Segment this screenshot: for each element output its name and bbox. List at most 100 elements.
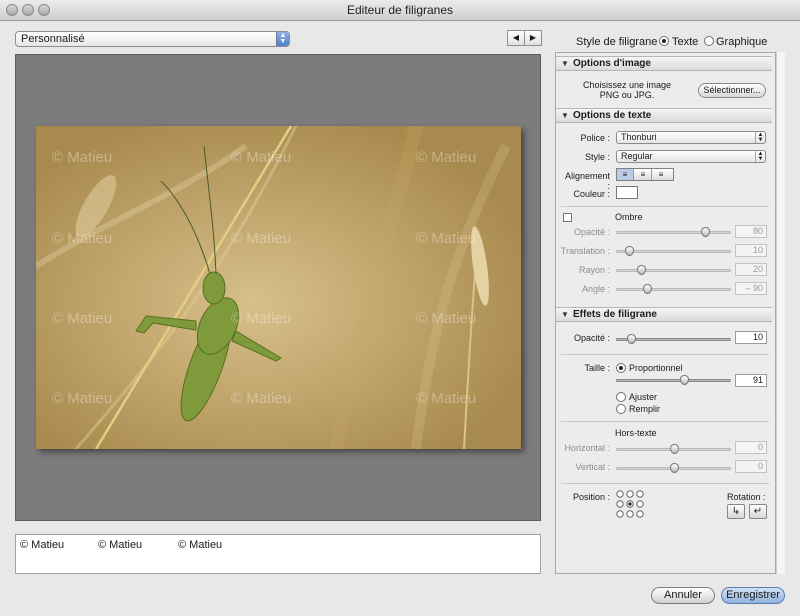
- size-label: Taille :: [584, 363, 610, 373]
- style-graphique-label: Graphique: [716, 36, 768, 48]
- shadow-translation-field[interactable]: 10: [735, 244, 767, 257]
- size-slider[interactable]: [616, 375, 731, 385]
- size-fill-radio[interactable]: [616, 404, 626, 414]
- shadow-radius-label: Rayon :: [578, 265, 610, 275]
- shadow-angle-field[interactable]: – 90: [735, 282, 767, 295]
- shadow-opacity-label: Opacité :: [573, 227, 610, 237]
- image-prompt-line: Choisissez une image: [582, 80, 672, 90]
- font-popup[interactable]: Thonburi ▲ ▼: [616, 131, 766, 144]
- title-bar: Editeur de filigranes: [0, 0, 800, 21]
- style-texte-label: Texte: [672, 36, 699, 48]
- popup-arrows-icon: ▲ ▼: [276, 32, 289, 46]
- watermark-text: © Matieu: [231, 230, 292, 247]
- popup-arrows-icon: ▲ ▼: [755, 132, 765, 143]
- text-input-item: © Matieu: [20, 539, 65, 551]
- section-title: Effets de filigrane: [573, 309, 657, 320]
- text-color-well[interactable]: [616, 186, 638, 199]
- size-fit-radio[interactable]: [616, 392, 626, 402]
- shadow-angle-slider[interactable]: [616, 284, 731, 294]
- vertical-inset-field[interactable]: 0: [735, 460, 767, 473]
- effect-opacity-field[interactable]: 10: [735, 331, 767, 344]
- shadow-translation-label: Translation :: [560, 246, 610, 256]
- rotate-left-icon: ↳: [731, 506, 741, 517]
- shadow-label: Ombre: [615, 212, 643, 222]
- vertical-inset-slider[interactable]: [616, 463, 731, 473]
- shadow-translation-slider[interactable]: [616, 246, 731, 256]
- rotation-label: Rotation :: [727, 492, 766, 502]
- panel-scrollbar[interactable]: [776, 52, 785, 574]
- watermark-effects-header[interactable]: ▼ Effets de filigrane: [556, 307, 772, 322]
- shadow-radius-slider[interactable]: [616, 265, 731, 275]
- font-popup-value: Thonburi: [621, 132, 657, 142]
- size-fit-label: Ajuster: [629, 392, 658, 402]
- size-fill-label: Remplir: [629, 404, 661, 414]
- color-label: Couleur :: [573, 189, 610, 199]
- watermark-text: © Matieu: [231, 390, 292, 407]
- window-title: Editeur de filigranes: [346, 3, 454, 17]
- font-style-popup[interactable]: Regular ▲ ▼: [616, 150, 766, 163]
- style-texte-radio[interactable]: [659, 36, 669, 46]
- text-input-item: © Matieu: [178, 539, 223, 551]
- text-options-header[interactable]: ▼ Options de texte: [556, 108, 772, 123]
- preview-area: © Matieu © Matieu © Matieu © Matieu © Ma…: [15, 54, 541, 521]
- align-right-icon[interactable]: ≡: [653, 169, 669, 180]
- align-left-icon[interactable]: ≡: [617, 169, 634, 180]
- anchor-grid-icon: [616, 490, 644, 518]
- divider: [561, 421, 769, 422]
- cancel-button[interactable]: Annuler: [651, 587, 715, 604]
- rotate-right-icon: ↵: [753, 506, 763, 517]
- size-field[interactable]: 91: [735, 374, 767, 387]
- position-anchor-grid[interactable]: [616, 490, 644, 518]
- section-title: Options d'image: [573, 58, 651, 69]
- watermark-text: © Matieu: [231, 149, 292, 166]
- alignment-label: Alignement :: [564, 171, 610, 191]
- shadow-opacity-slider[interactable]: [616, 227, 731, 237]
- horizontal-inset-field[interactable]: 0: [735, 441, 767, 454]
- preset-popup-value: Personnalisé: [21, 33, 85, 45]
- watermark-style-label: Style de filigrane :: [576, 36, 664, 48]
- left-arrow-icon: ◀: [512, 33, 520, 42]
- watermark-text: © Matieu: [52, 149, 113, 166]
- font-style-popup-value: Regular: [621, 151, 653, 161]
- next-image-button[interactable]: ▶: [524, 30, 542, 46]
- section-title: Options de texte: [573, 110, 652, 121]
- font-label: Police :: [580, 133, 610, 143]
- text-input-item: © Matieu: [98, 539, 143, 551]
- watermark-text: © Matieu: [416, 390, 477, 407]
- align-center-icon[interactable]: ≡: [635, 169, 652, 180]
- horizontal-label: Horizontal :: [564, 443, 610, 453]
- position-label: Position :: [572, 492, 610, 502]
- disclosure-triangle-icon: ▼: [561, 59, 569, 68]
- watermark-text: © Matieu: [416, 149, 477, 166]
- shadow-angle-label: Angle :: [581, 284, 610, 294]
- watermark-text: © Matieu: [52, 310, 113, 327]
- watermark-text: © Matieu: [52, 390, 113, 407]
- watermark-text: © Matieu: [52, 230, 113, 247]
- preset-popup[interactable]: Personnalisé ▲ ▼: [15, 31, 290, 47]
- divider: [561, 483, 769, 484]
- select-image-button[interactable]: Sélectionner...: [698, 83, 766, 98]
- shadow-opacity-field[interactable]: 80: [735, 225, 767, 238]
- size-proportional-label: Proportionnel: [629, 363, 683, 373]
- size-proportional-radio[interactable]: [616, 363, 626, 373]
- rotate-right-button[interactable]: ↵: [749, 504, 767, 519]
- shadow-radius-field[interactable]: 20: [735, 263, 767, 276]
- font-style-label: Style :: [584, 152, 610, 162]
- divider: [561, 354, 769, 355]
- divider: [561, 206, 769, 207]
- watermark-text: © Matieu: [231, 310, 292, 327]
- previous-image-button[interactable]: ◀: [507, 30, 525, 46]
- style-graphique-radio[interactable]: [704, 36, 714, 46]
- horizontal-inset-slider[interactable]: [616, 444, 731, 454]
- effect-opacity-slider[interactable]: [616, 334, 731, 344]
- image-options-header[interactable]: ▼ Options d'image: [556, 56, 772, 71]
- save-button[interactable]: Enregistrer: [721, 587, 785, 604]
- right-arrow-icon: ▶: [529, 33, 537, 42]
- popup-arrows-icon: ▲ ▼: [755, 151, 765, 162]
- disclosure-triangle-icon: ▼: [561, 111, 569, 120]
- image-prompt-line: PNG ou JPG.: [599, 90, 655, 100]
- rotate-left-button[interactable]: ↳: [727, 504, 745, 519]
- shadow-checkbox[interactable]: [563, 213, 572, 222]
- watermark-text-input[interactable]: © Matieu © Matieu © Matieu: [15, 534, 541, 574]
- alignment-control[interactable]: ≡ ≡ ≡: [616, 168, 674, 181]
